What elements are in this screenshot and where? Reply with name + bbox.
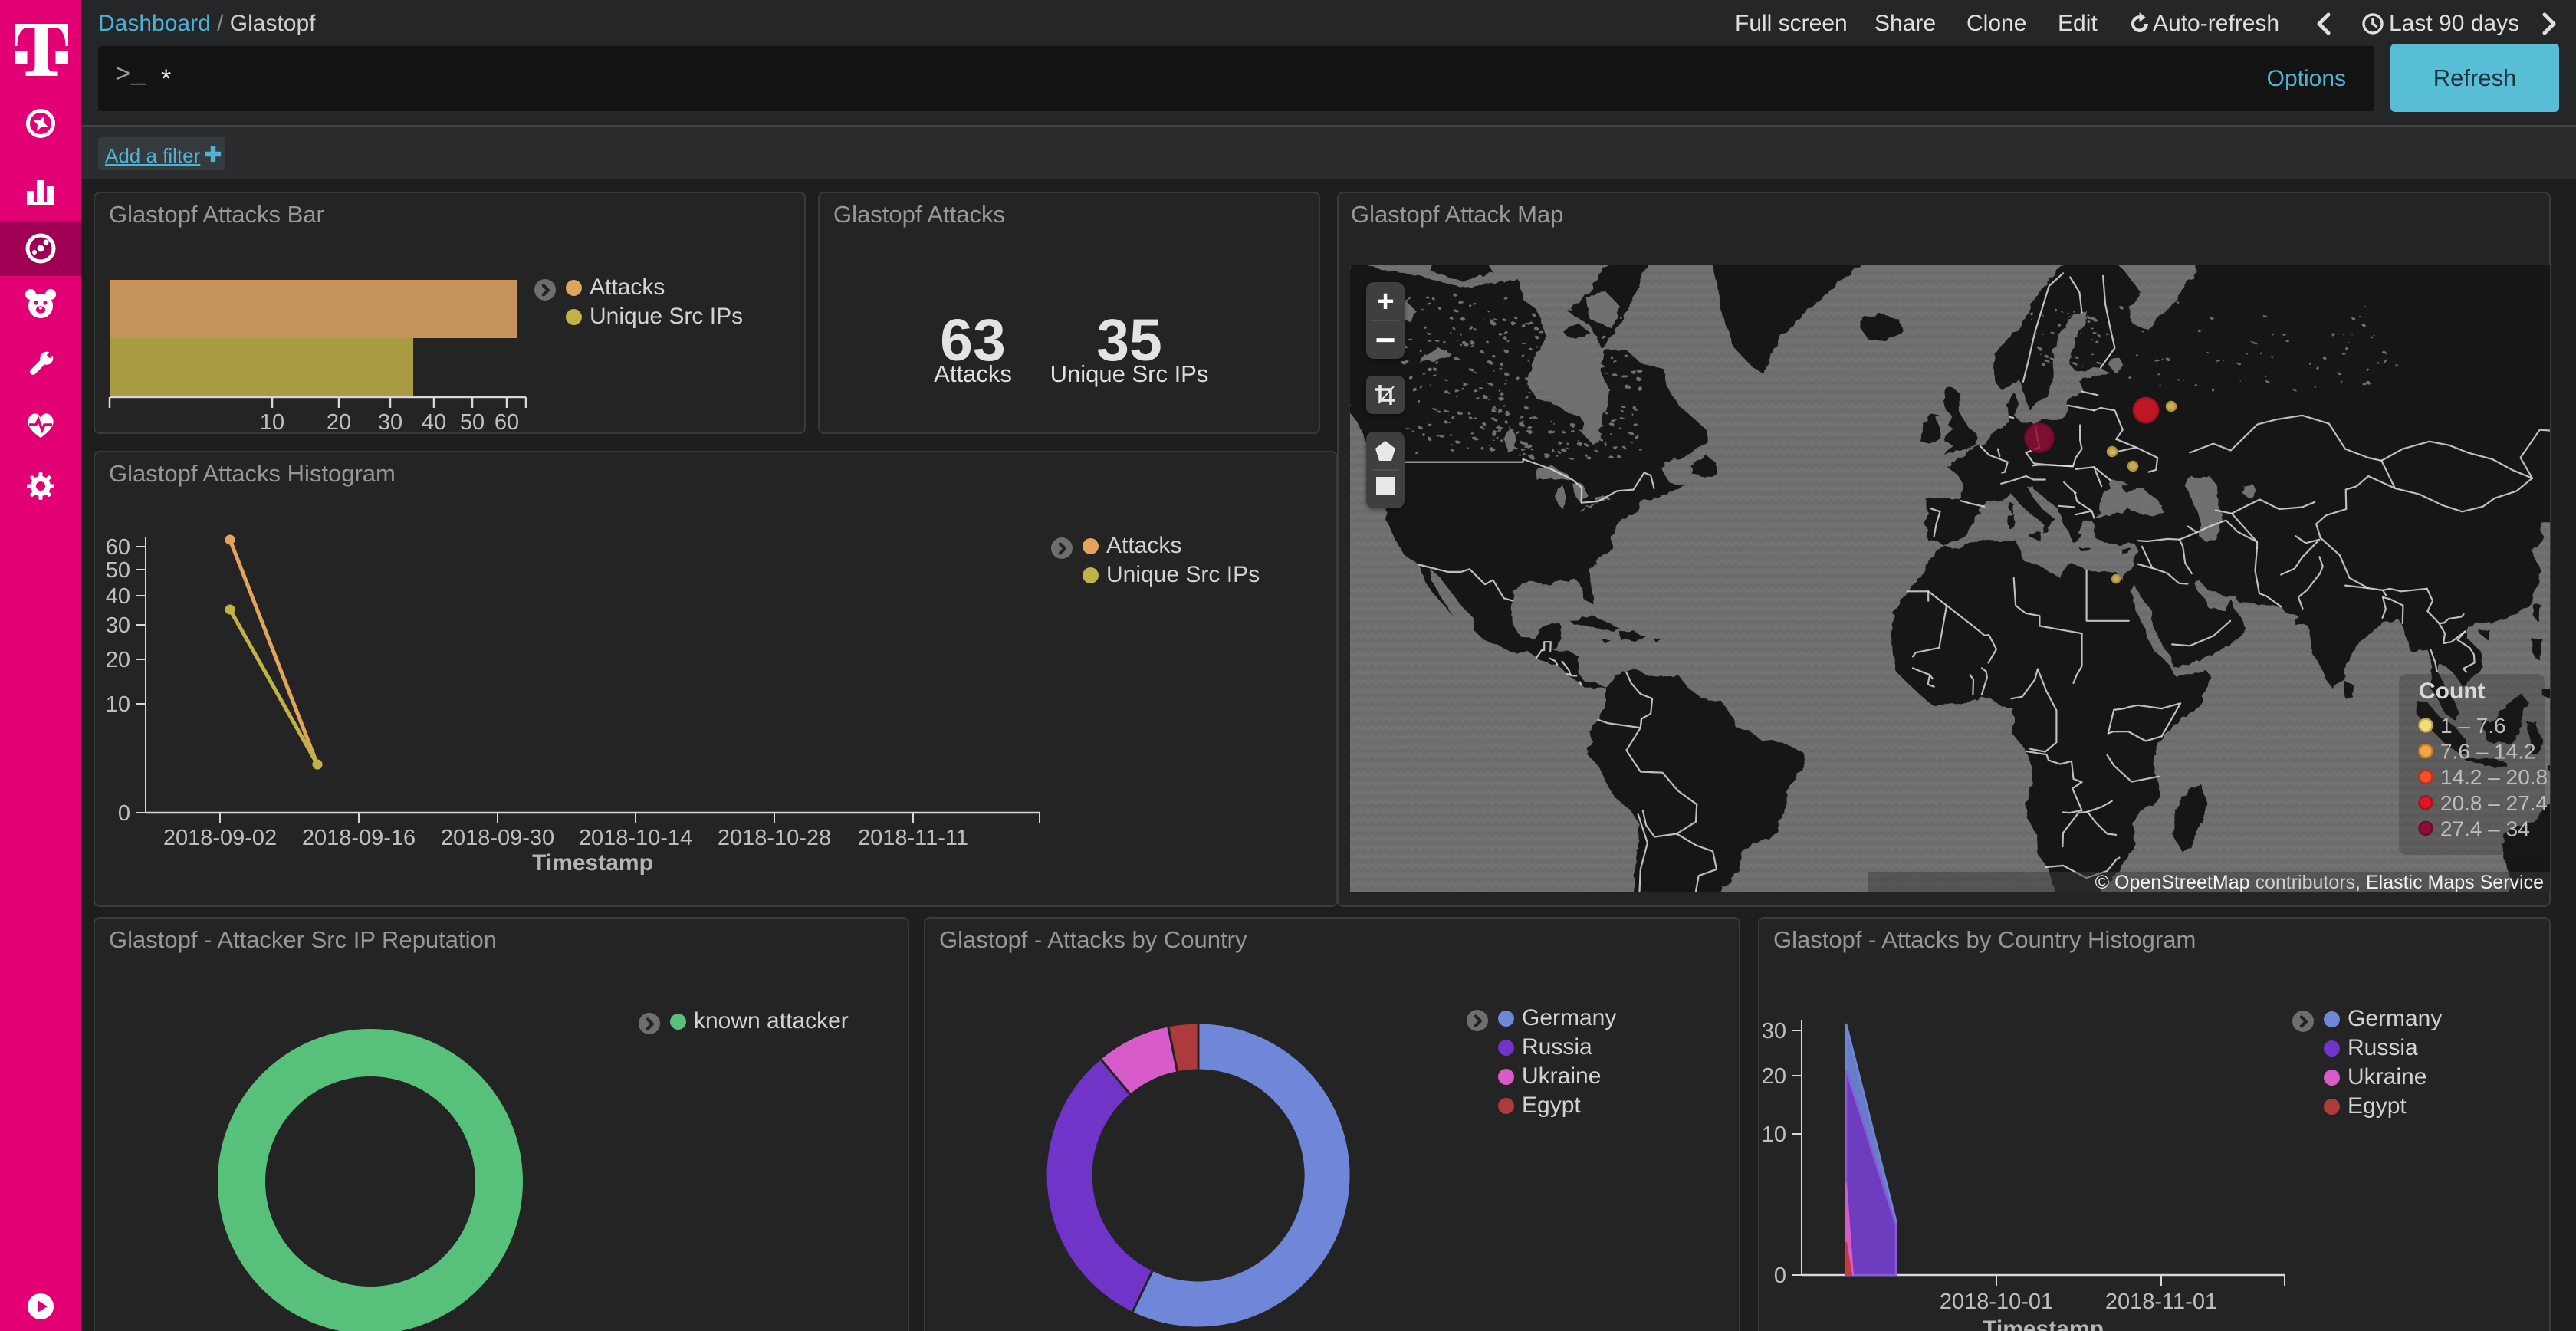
svg-text:20: 20 [106, 648, 130, 672]
svg-text:2018-11-11: 2018-11-11 [858, 826, 968, 850]
svg-text:14.2 – 20.8: 14.2 – 20.8 [2440, 765, 2548, 789]
svg-text:2018-10-14: 2018-10-14 [579, 826, 692, 850]
svg-text:20.8 – 27.4: 20.8 – 27.4 [2440, 791, 2548, 815]
svg-text:30: 30 [106, 613, 130, 638]
svg-text:Timestamp: Timestamp [1983, 1316, 2104, 1331]
svg-text:40: 40 [106, 584, 130, 609]
svg-text:30: 30 [1763, 1019, 1786, 1043]
svg-text:20: 20 [1763, 1064, 1786, 1089]
svg-text:2018-10-01: 2018-10-01 [1940, 1290, 2053, 1314]
svg-text:0: 0 [118, 801, 130, 826]
svg-text:10: 10 [106, 692, 130, 717]
svg-text:60: 60 [106, 535, 130, 560]
svg-text:7.6 – 14.2: 7.6 – 14.2 [2440, 740, 2536, 764]
svg-text:10: 10 [1763, 1122, 1786, 1147]
svg-text:2018-10-28: 2018-10-28 [718, 826, 831, 850]
svg-text:Timestamp: Timestamp [532, 850, 653, 876]
svg-text:1 – 7.6: 1 – 7.6 [2440, 714, 2506, 738]
svg-text:2018-09-02: 2018-09-02 [163, 826, 277, 850]
svg-text:2018-09-16: 2018-09-16 [302, 826, 416, 850]
svg-text:0: 0 [1774, 1264, 1786, 1288]
svg-text:2018-11-01: 2018-11-01 [2105, 1290, 2217, 1314]
svg-text:27.4 – 34: 27.4 – 34 [2440, 817, 2530, 840]
svg-text:© OpenStreetMap contributors,: © OpenStreetMap contributors, Elastic Ma… [2095, 872, 2544, 892]
svg-text:2018-09-30: 2018-09-30 [441, 826, 554, 850]
svg-text:50: 50 [106, 558, 130, 583]
svg-text:Count: Count [2419, 679, 2486, 704]
